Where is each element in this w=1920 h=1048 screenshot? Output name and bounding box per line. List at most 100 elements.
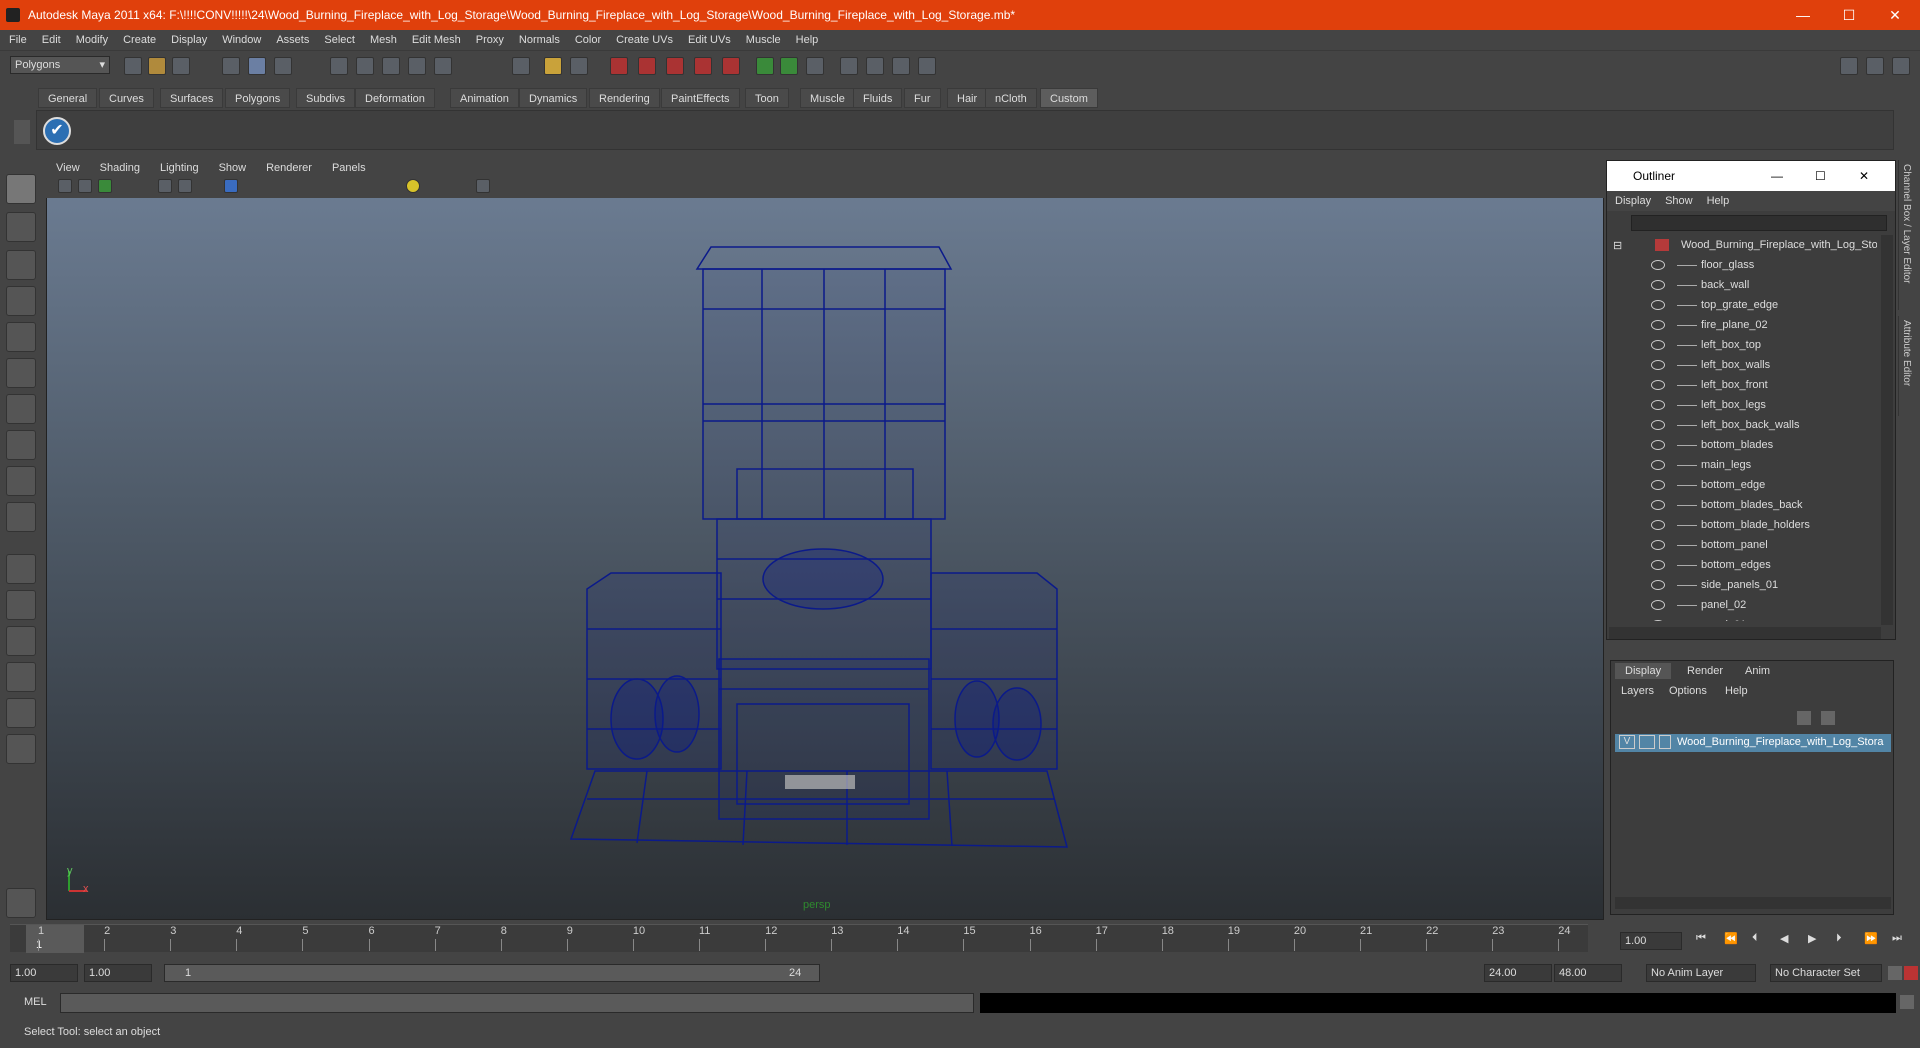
new-scene-icon[interactable] xyxy=(124,57,142,75)
shelf-tab-polygons[interactable]: Polygons xyxy=(225,88,291,108)
attribute-editor-side-tab[interactable]: Attribute Editor xyxy=(1898,316,1918,416)
panel-icon[interactable] xyxy=(806,57,824,75)
camera-select-icon[interactable] xyxy=(58,179,72,193)
outliner-item[interactable]: floor_glass xyxy=(1607,255,1877,275)
select-hierarchy-icon[interactable] xyxy=(222,57,240,75)
outliner-item[interactable]: panel_02 xyxy=(1607,595,1877,615)
shelf-tab-curves[interactable]: Curves xyxy=(99,88,154,108)
outliner-item[interactable]: bottom_blades xyxy=(1607,435,1877,455)
perspective-viewport[interactable]: y x persp xyxy=(46,158,1604,920)
shelf-tab-dynamics[interactable]: Dynamics xyxy=(519,88,588,108)
shelf-tab-surfaces[interactable]: Surfaces xyxy=(160,88,224,108)
hypershade-icon[interactable] xyxy=(722,57,740,75)
layer-tab-render[interactable]: Render xyxy=(1677,663,1733,679)
step-forward-key-icon[interactable]: ⏩ xyxy=(1864,932,1878,945)
menu-assets[interactable]: Assets xyxy=(267,34,315,46)
layout-outliner-icon[interactable] xyxy=(1866,57,1884,75)
menu-mesh[interactable]: Mesh xyxy=(361,34,403,46)
mode-select[interactable]: Polygons ▾ xyxy=(10,56,110,74)
current-time-field[interactable]: 1.00 xyxy=(1620,932,1682,950)
menu-edit-mesh[interactable]: Edit Mesh xyxy=(403,34,467,46)
menu-file[interactable]: File xyxy=(0,34,33,46)
lasso-tool-icon[interactable] xyxy=(6,212,36,242)
mel-input[interactable] xyxy=(60,993,974,1013)
step-forward-frame-icon[interactable]: ⏵ xyxy=(1836,932,1842,945)
outliner-item[interactable]: top_grate_edge xyxy=(1607,295,1877,315)
shelf-tab-muscle[interactable]: Muscle xyxy=(800,88,855,108)
play-forward-icon[interactable]: ▶ xyxy=(1808,932,1816,945)
camera2-icon[interactable] xyxy=(866,57,884,75)
outliner-item[interactable]: bottom_edges xyxy=(1607,555,1877,575)
shelf-tab-animation[interactable]: Animation xyxy=(450,88,519,108)
menu-modify[interactable]: Modify xyxy=(67,34,114,46)
select-component-icon[interactable] xyxy=(274,57,292,75)
outliner-item[interactable]: back_wall xyxy=(1607,275,1877,295)
playback-start-field[interactable]: 1.00 xyxy=(84,964,152,982)
mel-label[interactable]: MEL xyxy=(24,996,47,1008)
layer-menu-layers[interactable]: Layers xyxy=(1621,685,1654,697)
camera4-icon[interactable] xyxy=(918,57,936,75)
layout-four-view-icon[interactable] xyxy=(6,590,36,620)
vp-menu-shading[interactable]: Shading xyxy=(90,162,150,174)
select-tool-icon[interactable] xyxy=(6,174,36,204)
layout-channel-icon[interactable] xyxy=(1892,57,1910,75)
layer-color-swatch[interactable] xyxy=(1659,735,1671,749)
layer-menu-options[interactable]: Options xyxy=(1669,685,1707,697)
render-settings-icon[interactable] xyxy=(694,57,712,75)
outliner-item[interactable]: bottom_blade_holders xyxy=(1607,515,1877,535)
close-button[interactable]: ✕ xyxy=(1872,0,1918,30)
shelf-tab-fur[interactable]: Fur xyxy=(904,88,941,108)
save-scene-icon[interactable] xyxy=(172,57,190,75)
shelf-tab-general[interactable]: General xyxy=(38,88,98,108)
shelf-tab-toon[interactable]: Toon xyxy=(745,88,789,108)
layout-single-perspective-icon[interactable] xyxy=(6,554,36,584)
outliner-item[interactable]: bottom_blades_back xyxy=(1607,495,1877,515)
playback-end-field[interactable]: 24.00 xyxy=(1484,964,1552,982)
camera-attr-icon[interactable] xyxy=(78,179,92,193)
manipulator-icon[interactable] xyxy=(6,394,36,424)
wireframe-icon[interactable] xyxy=(178,179,192,193)
layout-custom-icon[interactable] xyxy=(6,734,36,764)
outliner-filter-input[interactable] xyxy=(1631,215,1887,231)
outliner-item[interactable]: left_box_front xyxy=(1607,375,1877,395)
snap-plane-icon[interactable] xyxy=(408,57,426,75)
outliner-root-item[interactable]: ⊟ Wood_Burning_Fireplace_with_Log_Sto xyxy=(1607,235,1877,255)
range-slider[interactable]: 1 24 xyxy=(164,964,820,982)
script-editor-icon[interactable] xyxy=(6,888,36,918)
layout-single-icon[interactable] xyxy=(1840,57,1858,75)
outliner-maximize-icon[interactable]: ☐ xyxy=(1815,169,1826,183)
paint-select-icon[interactable] xyxy=(6,250,36,280)
menu-muscle[interactable]: Muscle xyxy=(737,34,787,46)
character-set-select[interactable]: No Character Set xyxy=(1770,964,1882,982)
open-scene-icon[interactable] xyxy=(148,57,166,75)
menu-edit-uvs[interactable]: Edit UVs xyxy=(679,34,737,46)
render-icon[interactable] xyxy=(638,57,656,75)
check-icon[interactable]: ✔ xyxy=(43,117,71,145)
sculpt-icon[interactable] xyxy=(756,57,774,75)
outliner-item[interactable]: left_box_back_walls xyxy=(1607,415,1877,435)
animation-end-field[interactable]: 48.00 xyxy=(1554,964,1622,982)
menu-create-uvs[interactable]: Create UVs xyxy=(607,34,679,46)
menu-select[interactable]: Select xyxy=(315,34,361,46)
step-back-frame-icon[interactable]: ⏴ xyxy=(1752,932,1758,945)
new-layer-selected-icon[interactable] xyxy=(1821,711,1835,725)
camera-icon[interactable] xyxy=(840,57,858,75)
menu-normals[interactable]: Normals xyxy=(510,34,566,46)
outliner-close-icon[interactable]: ✕ xyxy=(1859,169,1869,183)
shelf-tab-subdivs[interactable]: Subdivs xyxy=(296,88,356,108)
shelf-tab-painteffects[interactable]: PaintEffects xyxy=(661,88,740,108)
outliner-item[interactable]: bottom_panel xyxy=(1607,535,1877,555)
time-slider[interactable]: 1 1 2 3 4 5 6 7 8 9 10 11 12 13 14 15 16 17 18 19 20 21 22 23 2… xyxy=(10,924,1588,953)
outliner-minimize-icon[interactable]: — xyxy=(1771,169,1783,183)
input-output-icon[interactable] xyxy=(570,57,588,75)
smooth-shade-icon[interactable] xyxy=(224,179,238,193)
channel-box-side-tab[interactable]: Channel Box / Layer Editor xyxy=(1898,160,1918,310)
outliner-hscroll[interactable] xyxy=(1609,627,1881,639)
select-object-icon[interactable] xyxy=(248,57,266,75)
outliner-menu-display[interactable]: Display xyxy=(1607,195,1657,207)
outliner-menu-help[interactable]: Help xyxy=(1699,195,1736,207)
collapse-icon[interactable]: ⊟ xyxy=(1613,239,1622,252)
rotate-tool-icon[interactable] xyxy=(6,322,36,352)
outliner-item[interactable]: left_box_legs xyxy=(1607,395,1877,415)
menu-color[interactable]: Color xyxy=(566,34,607,46)
